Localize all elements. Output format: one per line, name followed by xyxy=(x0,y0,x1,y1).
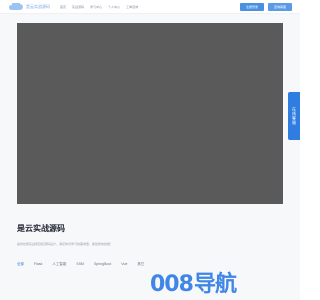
tab-flask[interactable]: Flask xyxy=(34,262,42,267)
cloud-icon xyxy=(8,2,24,11)
nav-link-user[interactable]: 个人中心 xyxy=(108,5,120,9)
nav-link-source[interactable]: 实战源码 xyxy=(72,5,84,9)
hero-banner xyxy=(17,23,283,204)
tab-ai[interactable]: 人工智能 xyxy=(52,262,66,267)
top-navigation: 是云实战源码 首页 实战源码 学习中心 个人中心 工单咨询 注册登录 咨询客服 xyxy=(0,0,300,14)
page-subtitle: 提供优质实战项目和源码设计，满足你对学习的需求量，助建你的技能！ xyxy=(17,242,114,246)
hero-overlay xyxy=(127,101,175,117)
tab-springboot[interactable]: SpringBoot xyxy=(94,262,111,267)
online-support-tab[interactable]: 在线客服 xyxy=(288,92,300,140)
nav-link-support[interactable]: 工单咨询 xyxy=(126,5,138,9)
site-logo[interactable]: 是云实战源码 xyxy=(8,2,50,12)
page-title: 是云实战源码 xyxy=(17,224,65,233)
tab-ssm[interactable]: SSM xyxy=(76,262,84,267)
register-login-button[interactable]: 注册登录 xyxy=(239,2,264,11)
watermark-number: 008 xyxy=(150,272,194,297)
main-menu: 首页 实战源码 学习中心 个人中心 工单咨询 xyxy=(60,5,138,9)
page: 是云实战源码 首页 实战源码 学习中心 个人中心 工单咨询 注册登录 咨询客服 … xyxy=(0,0,300,300)
nav-actions: 注册登录 咨询客服 xyxy=(239,2,292,11)
category-tabs: 全部 Flask 人工智能 SSM SpringBoot Vue 其它 xyxy=(17,262,144,267)
tab-other[interactable]: 其它 xyxy=(137,262,144,267)
watermark: 008 导航 xyxy=(150,266,237,298)
consult-button[interactable]: 咨询客服 xyxy=(267,2,292,11)
nav-link-home[interactable]: 首页 xyxy=(60,5,66,9)
tab-vue[interactable]: Vue xyxy=(121,262,127,267)
watermark-text: 导航 xyxy=(193,272,237,297)
logo-text: 是云实战源码 xyxy=(26,3,50,9)
tab-all[interactable]: 全部 xyxy=(17,262,24,267)
nav-link-learning[interactable]: 学习中心 xyxy=(90,5,102,9)
